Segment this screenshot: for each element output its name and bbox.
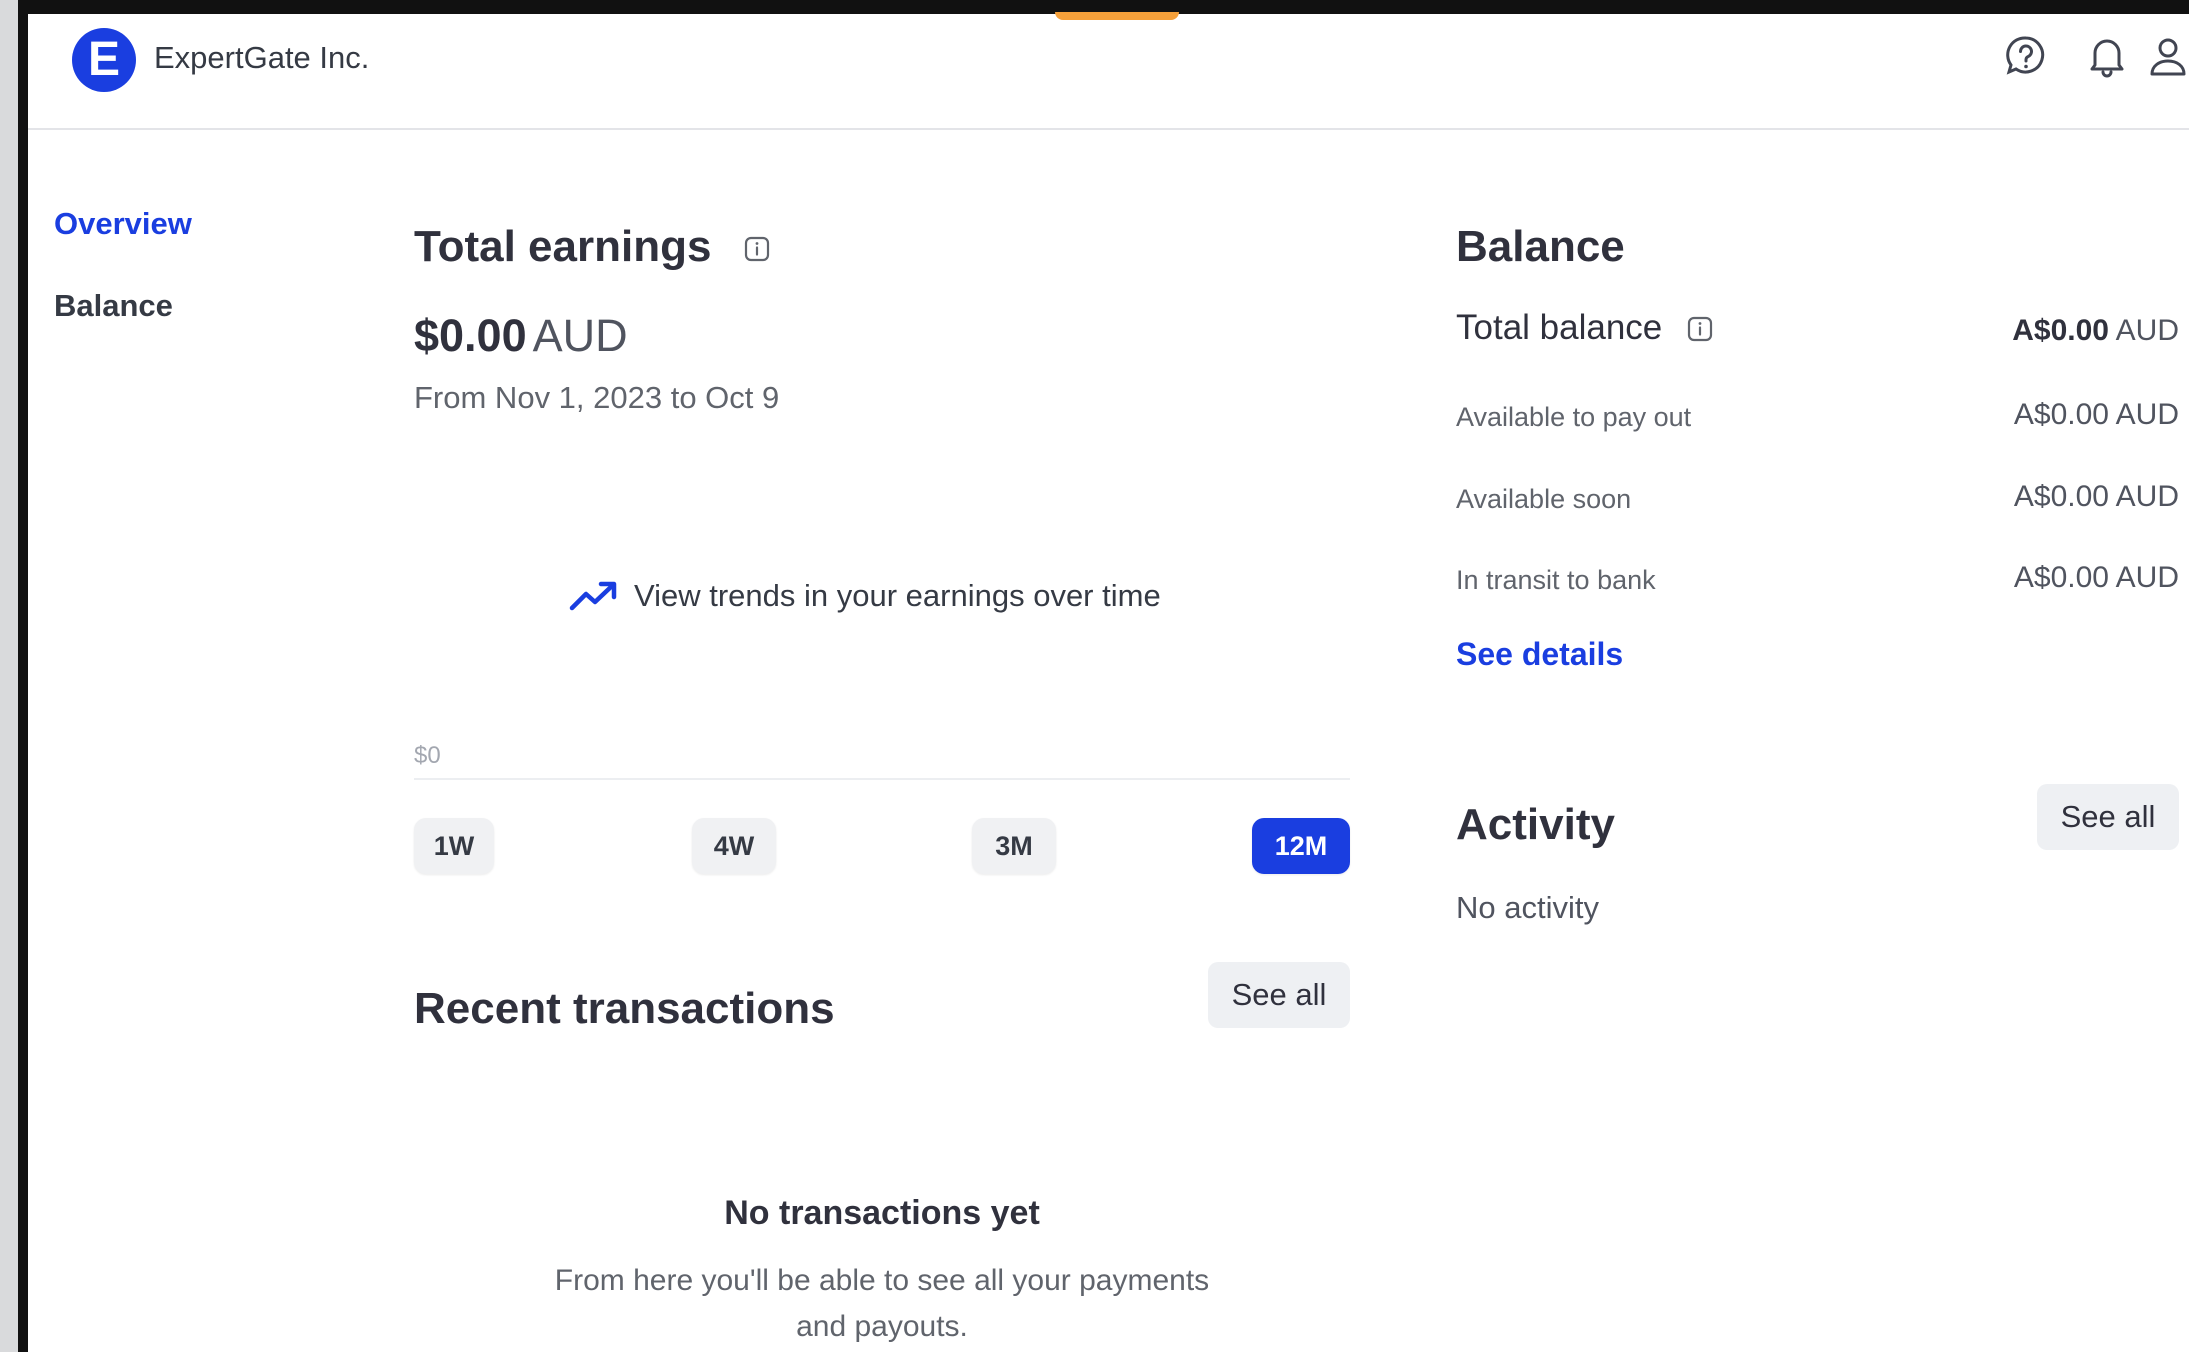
recent-transactions-title: Recent transactions <box>414 984 835 1033</box>
top-header: E ExpertGate Inc. <box>28 14 2189 130</box>
earnings-amount: $0.00 AUD <box>414 310 628 362</box>
empty-transactions-line: and payouts. <box>796 1310 968 1343</box>
activity-title: Activity <box>1456 800 1615 849</box>
see-details-link[interactable]: See details <box>1456 636 1623 673</box>
activity-empty-message: No activity <box>1456 890 1599 925</box>
total-balance-currency: AUD <box>2115 314 2179 347</box>
sidebar-item-overview[interactable]: Overview <box>54 206 192 242</box>
trend-message: View trends in your earnings over time <box>568 578 1161 614</box>
empty-transactions-line: From here you'll be able to see all your… <box>554 1264 1210 1297</box>
balance-row-currency: AUD <box>2115 561 2179 594</box>
total-balance-amount: A$0.00 <box>2012 314 2109 347</box>
balance-row-amount: A$0.00 <box>2013 398 2109 431</box>
transactions-see-all-button[interactable]: See all <box>1208 962 1350 1028</box>
balance-row-amount: A$0.00 <box>2013 561 2109 594</box>
chart-axis-label: $0 <box>414 742 441 769</box>
balance-title: Balance <box>1456 222 1625 271</box>
balance-row-value: A$0.00 AUD <box>2014 398 2179 432</box>
info-icon[interactable] <box>744 236 770 262</box>
bell-icon[interactable] <box>2083 32 2131 80</box>
total-balance-value: A$0.00 AUD <box>2012 314 2179 348</box>
balance-row-label: Available soon <box>1456 484 1632 514</box>
balance-row-value: A$0.00 AUD <box>2014 561 2179 595</box>
help-icon[interactable] <box>2002 32 2050 80</box>
balance-row-label: In transit to bank <box>1456 565 1656 595</box>
window-tab-indicator <box>1055 12 1179 20</box>
earnings-date-range: From Nov 1, 2023 to Oct 9 <box>414 380 780 415</box>
company-name[interactable]: ExpertGate Inc. <box>154 40 369 76</box>
range-12m-button[interactable]: 12M <box>1252 818 1350 874</box>
range-4w-button[interactable]: 4W <box>692 818 776 874</box>
company-logo[interactable]: E <box>72 28 136 92</box>
chart-baseline <box>414 778 1350 780</box>
balance-row-currency: AUD <box>2115 480 2179 513</box>
user-icon[interactable] <box>2144 32 2189 80</box>
total-balance-label: Total balance <box>1456 308 1663 347</box>
sidebar-item-balance[interactable]: Balance <box>54 288 173 324</box>
app-window: E ExpertGate Inc. Overview Balance Total… <box>28 14 2189 1352</box>
activity-see-all-button[interactable]: See all <box>2037 784 2179 850</box>
range-1w-button[interactable]: 1W <box>414 818 494 874</box>
empty-transactions-message: From here you'll be able to see all your… <box>414 1258 1350 1350</box>
earnings-amount-value: $0.00 <box>414 310 527 361</box>
balance-row-currency: AUD <box>2115 398 2179 431</box>
balance-row-value: A$0.00 AUD <box>2014 480 2179 514</box>
trending-up-icon <box>569 581 617 611</box>
info-icon[interactable] <box>1687 316 1713 342</box>
empty-transactions-title: No transactions yet <box>724 1194 1040 1232</box>
earnings-amount-currency: AUD <box>532 310 628 361</box>
total-earnings-title: Total earnings <box>414 222 712 271</box>
balance-row-label: Available to pay out <box>1456 402 1692 432</box>
window-frame-left <box>18 0 28 1352</box>
balance-row-amount: A$0.00 <box>2013 480 2109 513</box>
trend-message-text: View trends in your earnings over time <box>634 578 1161 613</box>
range-3m-button[interactable]: 3M <box>972 818 1056 874</box>
